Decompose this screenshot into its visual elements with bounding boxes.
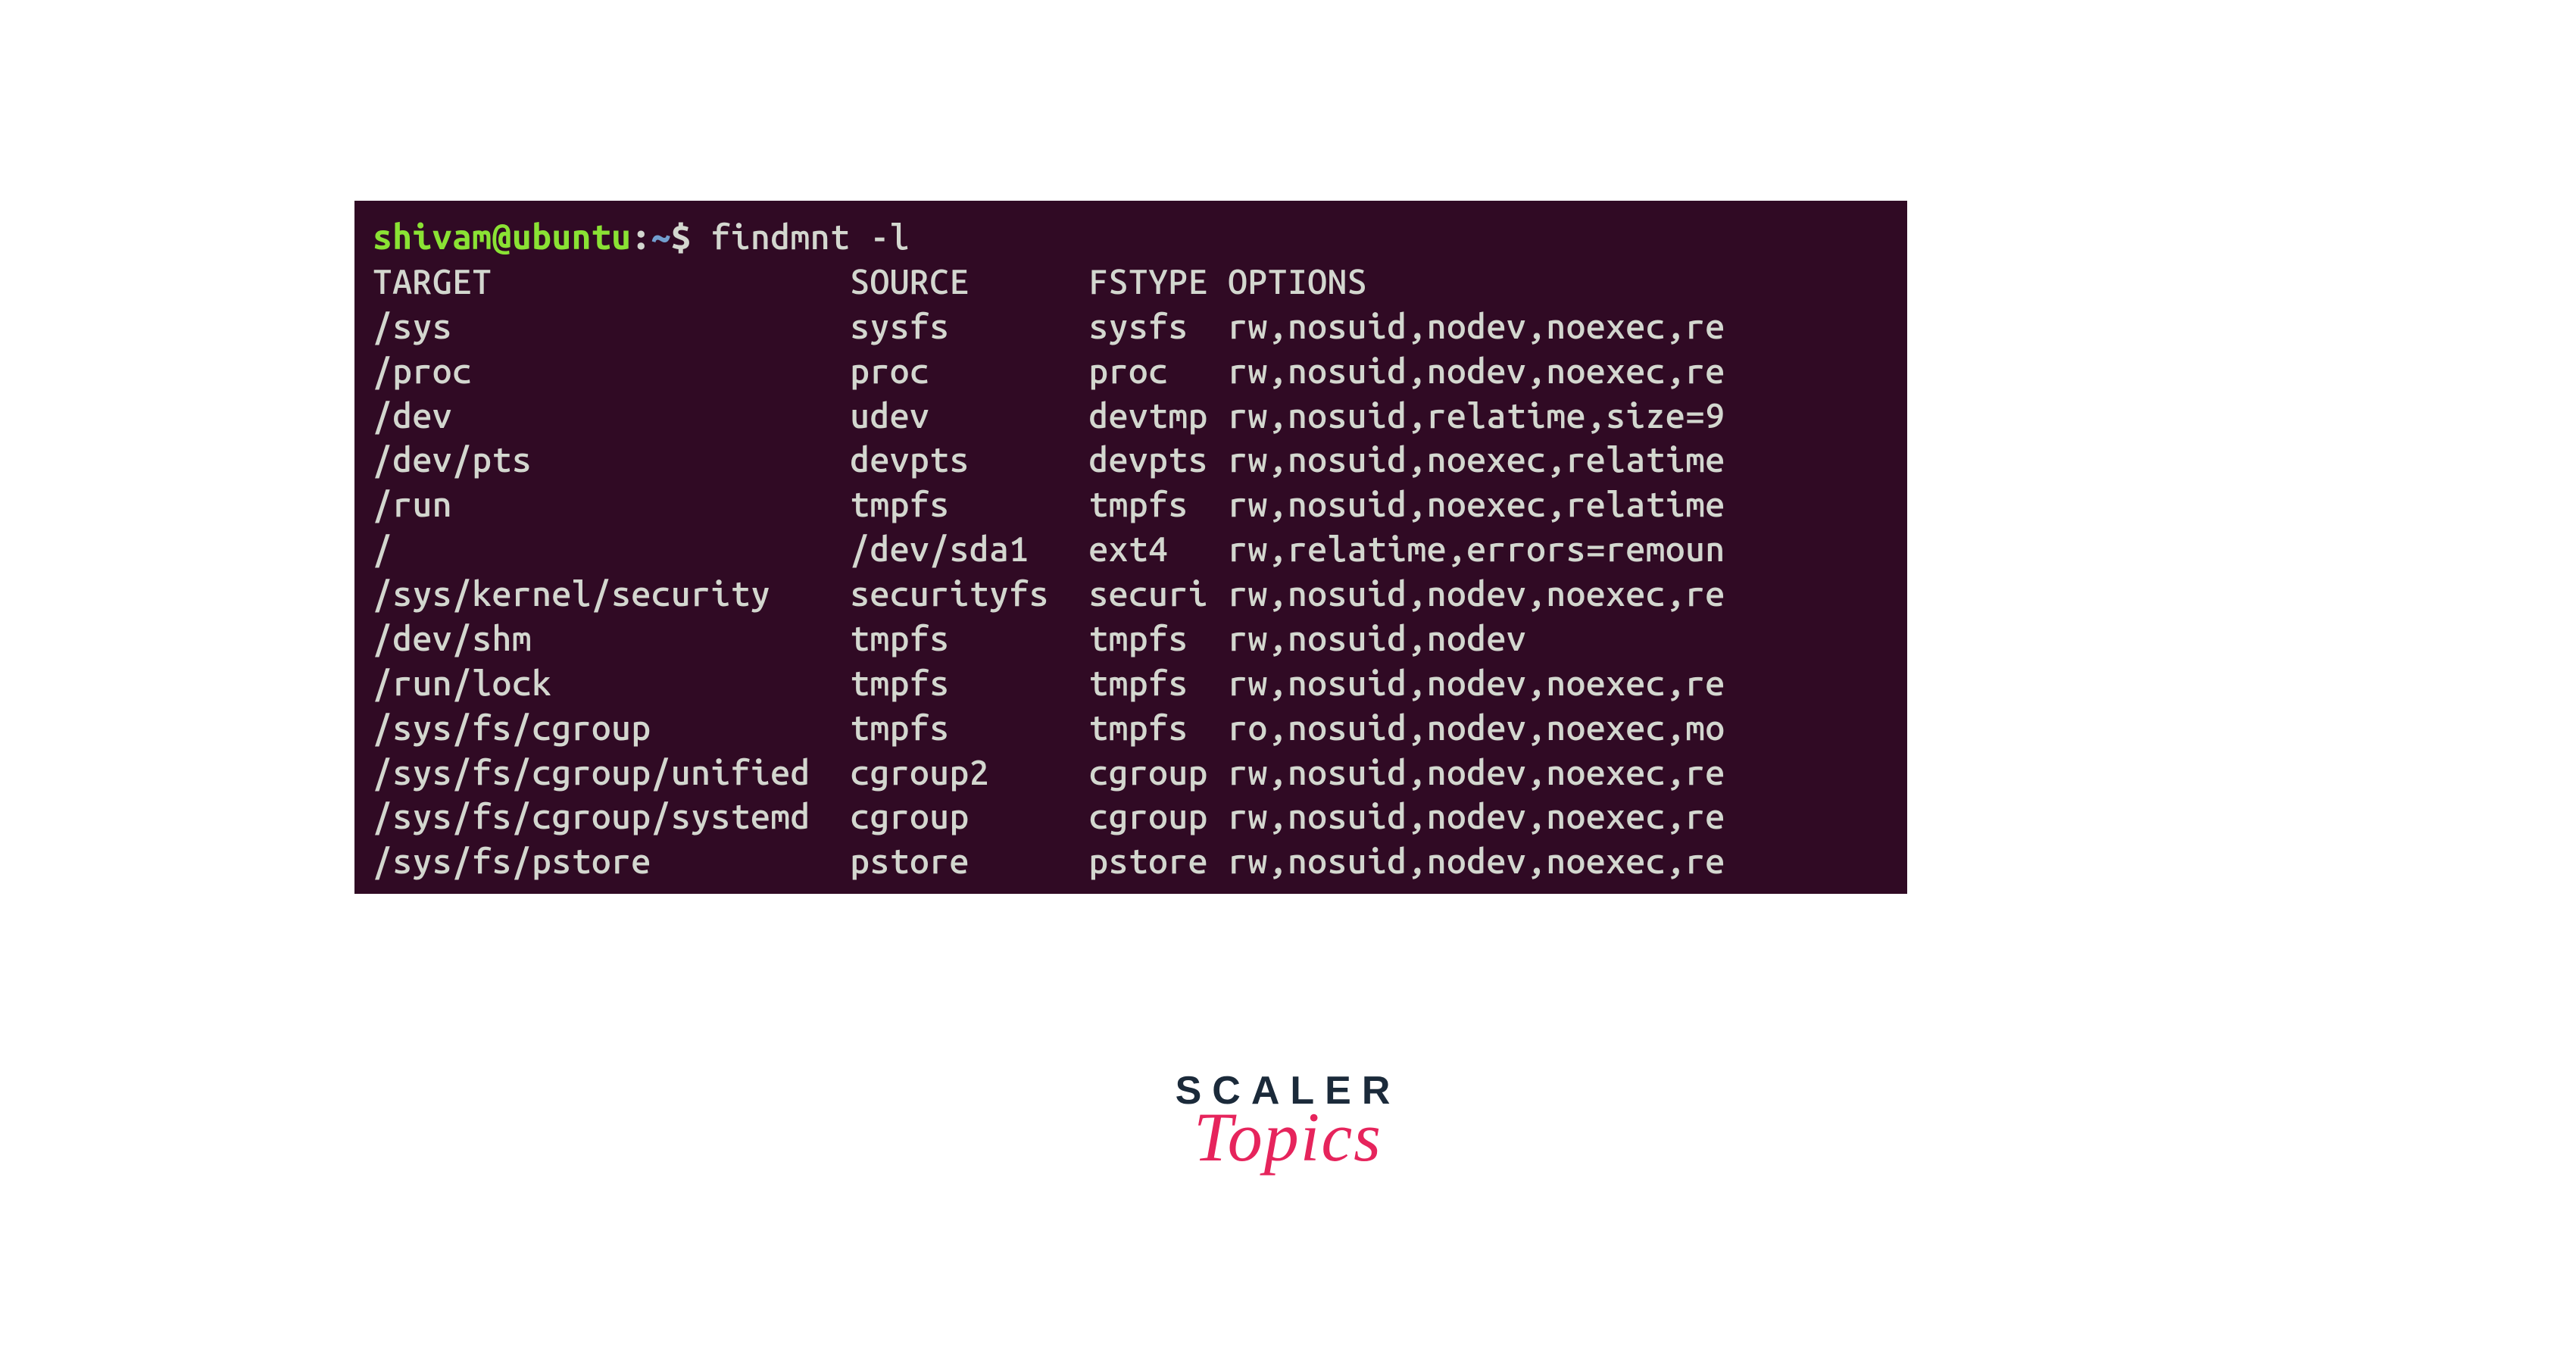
terminal-window[interactable]: shivam@ubuntu:~$ findmnt -l TARGET SOURC… — [354, 201, 1907, 894]
output-row: /run/lock tmpfs tmpfs rw,nosuid,nodev,no… — [373, 661, 1889, 705]
command-text: findmnt -l — [710, 217, 910, 256]
prompt-colon: : — [631, 217, 651, 256]
output-row: /sys sysfs sysfs rw,nosuid,nodev,noexec,… — [373, 304, 1889, 348]
output-row: /sys/fs/cgroup tmpfs tmpfs ro,nosuid,nod… — [373, 705, 1889, 750]
prompt-user-host: shivam@ubuntu — [373, 217, 631, 256]
logo-text-topics: Topics — [1176, 1097, 1401, 1177]
output-row: /dev/pts devpts devpts rw,nosuid,noexec,… — [373, 437, 1889, 482]
prompt-line: shivam@ubuntu:~$ findmnt -l — [373, 214, 1889, 259]
output-row: /dev udev devtmp rw,nosuid,relatime,size… — [373, 393, 1889, 438]
prompt-path: ~ — [651, 217, 671, 256]
output-row: /sys/fs/cgroup/systemd cgroup cgroup rw,… — [373, 794, 1889, 839]
prompt-command: findmnt -l — [691, 217, 910, 256]
output-row: /dev/shm tmpfs tmpfs rw,nosuid,nodev — [373, 616, 1889, 661]
output-header-row: TARGET SOURCE FSTYPE OPTIONS — [373, 259, 1889, 304]
prompt-dollar: $ — [671, 217, 691, 256]
output-row: /proc proc proc rw,nosuid,nodev,noexec,r… — [373, 348, 1889, 393]
output-row: / /dev/sda1 ext4 rw,relatime,errors=remo… — [373, 526, 1889, 571]
output-row: /run tmpfs tmpfs rw,nosuid,noexec,relati… — [373, 482, 1889, 526]
output-row: /sys/fs/pstore pstore pstore rw,nosuid,n… — [373, 839, 1889, 883]
terminal-output: TARGET SOURCE FSTYPE OPTIONS/sys sysfs s… — [373, 259, 1889, 883]
output-row: /sys/kernel/security securityfs securi r… — [373, 571, 1889, 616]
output-row: /sys/fs/cgroup/unified cgroup2 cgroup rw… — [373, 750, 1889, 795]
branding-logo: SCALER Topics — [1176, 1068, 1401, 1177]
